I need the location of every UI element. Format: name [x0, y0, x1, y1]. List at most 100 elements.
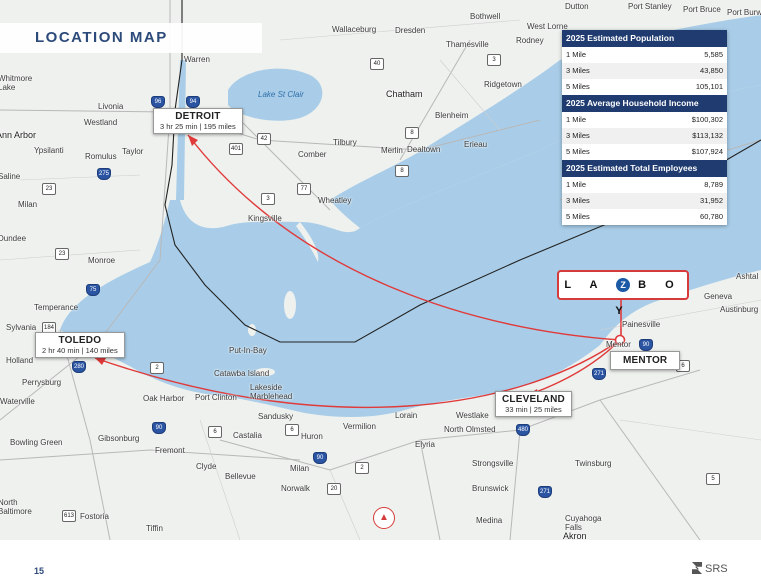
place-port-clinton: Port Clinton [195, 393, 237, 402]
route-shield: 613 [62, 510, 76, 522]
route-shield: 42 [257, 133, 271, 145]
place-elyria: Elyria [415, 440, 436, 449]
place-whitmore-lake: Whitmore Lake [0, 74, 33, 92]
place-dutton: Dutton [565, 2, 589, 11]
place-ann-arbor: Ann Arbor [0, 130, 37, 140]
population-header: 2025 Estimated Population [562, 30, 727, 47]
title-bar: LOCATION MAP [0, 23, 262, 53]
place-chatham: Chatham [386, 89, 423, 99]
highway-shield: 94 [186, 96, 200, 108]
stats-row: 5 Miles 105,101 [562, 79, 727, 95]
place-port-bruce: Port Bruce [683, 5, 721, 14]
place-blenheim: Blenheim [435, 111, 469, 120]
stats-row-value: 43,850 [700, 66, 723, 75]
highway-shield: 96 [151, 96, 165, 108]
place-milan-oh: Milan [290, 464, 310, 473]
place-merlin: Merlin [381, 146, 403, 155]
place-dresden: Dresden [395, 26, 426, 35]
route-shield: 5 [706, 473, 720, 485]
place-erieau: Erieau [464, 140, 488, 149]
place-milan: Milan [18, 200, 38, 209]
place-oak-harbor: Oak Harbor [143, 394, 185, 403]
stats-row: 3 Miles 43,850 [562, 63, 727, 79]
place-ypsilanti: Ypsilanti [34, 146, 64, 155]
place-norwalk: Norwalk [281, 484, 310, 493]
place-dundee: Dundee [0, 234, 27, 243]
route-shield: 77 [297, 183, 311, 195]
highway-shield: 75 [86, 284, 100, 296]
route-shield: 40 [370, 58, 384, 70]
stats-row-value: 31,952 [700, 196, 723, 205]
place-tilbury: Tilbury [333, 138, 357, 147]
place-perrysburg: Perrysburg [22, 378, 62, 387]
callout-detroit-drive: 3 hr 25 min | 195 miles [160, 122, 236, 131]
north-arrow-icon: ▲ [373, 507, 395, 529]
brand-text: SRS [705, 563, 728, 575]
stats-row-value: $107,924 [691, 147, 723, 156]
callout-toledo-name: TOLEDO [58, 335, 102, 346]
demographics-panel: 2025 Estimated Population 1 Mile 5,585 3 … [562, 30, 727, 225]
callout-cleveland-name: CLEVELAND [502, 394, 565, 405]
stats-row-value: 60,780 [700, 212, 723, 221]
lake-st-clair-label: Lake St Clair [258, 90, 304, 99]
place-holland: Holland [6, 356, 34, 365]
place-westlake: Westlake [456, 411, 489, 420]
place-ridgetown: Ridgetown [484, 80, 522, 89]
place-lakeside-marblehead: Lakeside Marblehead [250, 383, 293, 401]
place-thamesville: Thamesville [446, 40, 489, 49]
brand-logo: SRS [692, 562, 728, 575]
place-put-in-bay: Put-In-Bay [229, 346, 267, 355]
route-shield: 3 [487, 54, 501, 66]
place-taylor: Taylor [122, 147, 144, 156]
place-ashtabula: Ashtal [736, 272, 759, 281]
map[interactable]: Lake St Clair Whitmore Lake Livonia West… [0, 0, 761, 540]
place-fremont: Fremont [155, 446, 185, 455]
highway-shield: 271 [538, 486, 552, 498]
place-akron: Akron [563, 531, 587, 541]
site-label: MENTOR [610, 351, 681, 370]
place-tiffin: Tiffin [146, 524, 163, 533]
place-gibsonburg: Gibsonburg [98, 434, 140, 443]
route-shield: 20 [327, 483, 341, 495]
place-fostoria: Fostoria [80, 512, 109, 521]
stats-row-value: 8,789 [704, 180, 723, 189]
stats-row: 1 Mile $100,302 [562, 112, 727, 128]
place-romulus: Romulus [85, 152, 117, 161]
place-wallaceburg: Wallaceburg [332, 25, 377, 34]
stats-row-value: $100,302 [691, 115, 723, 124]
place-sylvania: Sylvania [6, 323, 37, 332]
place-wheatley: Wheatley [318, 196, 352, 205]
place-port-burwell: Port Burw [727, 8, 761, 17]
callout-detroit: DETROIT 3 hr 25 min | 195 miles [153, 108, 243, 134]
stats-row-label: 3 Miles [566, 66, 590, 75]
place-saline: Saline [0, 172, 21, 181]
income-header: 2025 Average Household Income [562, 95, 727, 112]
stats-row-value: 5,585 [704, 50, 723, 59]
stats-row-label: 1 Mile [566, 115, 587, 124]
stats-row: 3 Miles 31,952 [562, 193, 727, 209]
route-shield: 3 [261, 193, 275, 205]
stats-row-value: $113,132 [692, 131, 723, 140]
tenant-logo: L A ZB O Y [557, 270, 689, 317]
place-medina: Medina [476, 516, 503, 525]
stats-row-label: 1 Mile [566, 50, 587, 59]
place-north-baltimore: North Baltimore [0, 498, 32, 516]
highway-shield: 271 [592, 368, 606, 380]
stats-row-label: 5 Miles [566, 212, 590, 221]
place-mentor: Mentor [606, 340, 631, 349]
stats-row-label: 5 Miles [566, 147, 590, 156]
place-temperance: Temperance [34, 303, 79, 312]
highway-shield: 275 [97, 168, 111, 180]
place-geneva: Geneva [704, 292, 733, 301]
route-shield: 6 [208, 426, 222, 438]
place-castalia: Castalia [233, 431, 262, 440]
place-comber: Comber [298, 150, 327, 159]
place-monroe: Monroe [88, 256, 116, 265]
route-shield: 2 [150, 362, 164, 374]
place-brunswick: Brunswick [472, 484, 509, 493]
callout-cleveland-drive: 33 min | 25 miles [505, 405, 562, 414]
place-huron: Huron [301, 432, 323, 441]
place-austinburg: Austinburg [720, 305, 759, 314]
stats-row-label: 3 Miles [566, 196, 590, 205]
place-bellevue: Bellevue [225, 472, 256, 481]
